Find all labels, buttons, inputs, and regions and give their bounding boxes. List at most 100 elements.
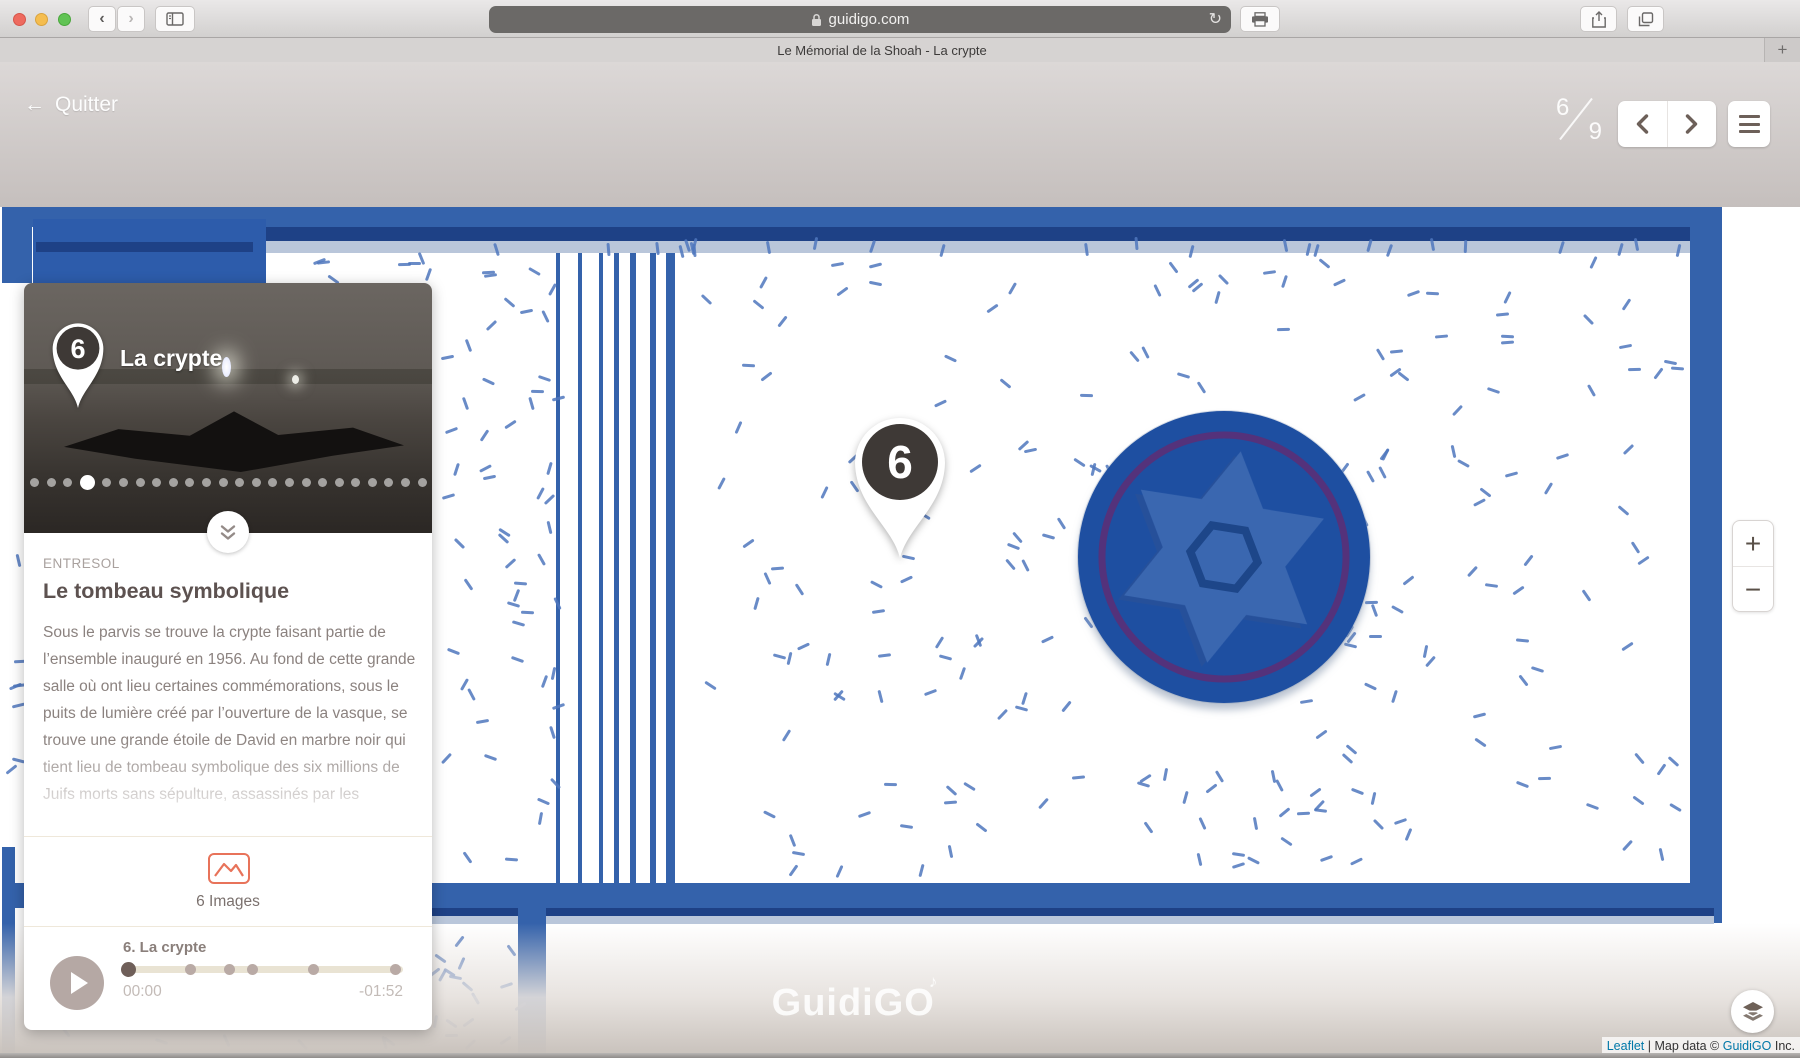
carousel-dot[interactable] [169,478,178,487]
zoom-in-button[interactable]: + [1733,521,1773,567]
plan-dash [528,396,534,409]
plan-dash [877,690,883,703]
plan-shape [33,227,1690,241]
carousel-dot[interactable] [80,475,95,490]
plan-dash [463,1017,475,1027]
plan-dash [872,609,885,614]
plan-dash [1177,372,1190,379]
carousel-dot[interactable] [384,478,393,487]
map-layers-button[interactable] [1731,990,1774,1033]
tab-memorial-shoah[interactable]: Le Mémorial de la Shoah - La crypte [0,38,1764,62]
station-carousel-dots[interactable] [30,473,430,491]
audio-chapter-marker[interactable] [308,964,319,975]
audio-player: 6. La crypte 00:00 -01:52 [24,927,432,1030]
carousel-dot[interactable] [318,478,327,487]
quit-tour-button[interactable]: ← Quitter [24,93,118,117]
plan-dash [1314,809,1327,814]
carousel-dot[interactable] [136,478,145,487]
plan-dash [155,1038,168,1045]
plan-dash [777,315,787,327]
carousel-dot[interactable] [252,478,261,487]
plan-dash [1426,291,1439,295]
play-button[interactable] [50,956,104,1010]
carousel-dot[interactable] [285,478,294,487]
next-station-button[interactable] [1668,101,1717,147]
carousel-dot[interactable] [47,478,56,487]
new-tab-button[interactable]: + [1764,38,1800,62]
plan-dash [445,1034,458,1037]
plan-shape [36,242,253,252]
previous-station-button[interactable] [1618,101,1668,147]
audio-chapter-marker[interactable] [390,964,401,975]
carousel-dot[interactable] [302,478,311,487]
tour-menu-button[interactable] [1728,101,1770,147]
audio-chapter-marker[interactable] [224,964,235,975]
plan-dash [1277,328,1290,331]
sidebar-icon [166,12,184,26]
zoom-out-button[interactable]: − [1733,567,1773,613]
audio-chapter-marker[interactable] [185,964,196,975]
fullscreen-window-button[interactable] [58,13,71,26]
carousel-dot[interactable] [235,478,244,487]
plan-dash [505,858,518,862]
attribution-text: | Map data © [1644,1039,1722,1053]
carousel-dot[interactable] [418,478,427,487]
layers-icon [1741,1001,1765,1023]
audio-playhead[interactable] [121,962,136,977]
plan-dash [1544,482,1553,495]
plan-dash [5,764,17,774]
plan-dash [753,300,765,311]
plan-dash [1378,466,1387,479]
carousel-dot[interactable] [351,478,360,487]
browser-back-button[interactable]: ‹ [88,6,116,32]
carousel-dot[interactable] [63,478,72,487]
close-window-button[interactable] [13,13,26,26]
carousel-dot[interactable] [119,478,128,487]
plan-dash [1281,275,1288,288]
plan-dash [1253,816,1258,829]
plan-dash [1501,340,1514,344]
minimize-window-button[interactable] [35,13,48,26]
plan-dash [944,354,957,362]
station-card: 6 La crypte ENTRESOL Le tombeau symboliq… [24,283,432,1030]
plan-dash [1275,779,1284,792]
plan-dash [1586,802,1599,809]
browser-forward-button[interactable]: › [117,6,145,32]
station-6-map-marker[interactable]: 6 [845,405,955,565]
carousel-dot[interactable] [30,478,39,487]
plan-dash [465,339,472,352]
reload-icon[interactable]: ↻ [1209,9,1222,29]
carousel-dot[interactable] [368,478,377,487]
plan-dash [1390,349,1403,353]
carousel-dot[interactable] [219,478,228,487]
plan-dash [1403,575,1415,585]
plan-dash [1391,689,1398,702]
station-photo[interactable]: 6 La crypte [24,283,432,533]
carousel-dot[interactable] [102,478,111,487]
images-section[interactable]: 6 Images [24,837,432,926]
sidebar-toggle-button[interactable] [155,6,195,32]
address-bar[interactable]: guidigo.com ↻ [489,6,1231,33]
carousel-dot[interactable] [401,478,410,487]
attribution-suffix: Inc. [1771,1039,1795,1053]
print-button[interactable] [1240,6,1280,32]
leaflet-link[interactable]: Leaflet [1607,1039,1645,1053]
guidigo-link[interactable]: GuidiGO [1723,1039,1772,1053]
plan-dash [1628,368,1641,371]
carousel-dot[interactable] [268,478,277,487]
plan-dash [1631,541,1641,554]
plan-dash [504,419,517,429]
plan-dash [1342,753,1354,764]
plan-dash [1523,555,1533,567]
expand-card-button[interactable] [207,511,249,553]
share-button[interactable] [1580,6,1617,32]
audio-elapsed-time: 00:00 [123,983,162,1001]
audio-chapter-marker[interactable] [247,964,258,975]
plan-dash [1516,639,1529,643]
tab-overview-button[interactable] [1627,6,1664,32]
carousel-dot[interactable] [152,478,161,487]
carousel-dot[interactable] [335,478,344,487]
carousel-dot[interactable] [202,478,211,487]
carousel-dot[interactable] [185,478,194,487]
audio-progress-bar[interactable] [123,966,403,973]
